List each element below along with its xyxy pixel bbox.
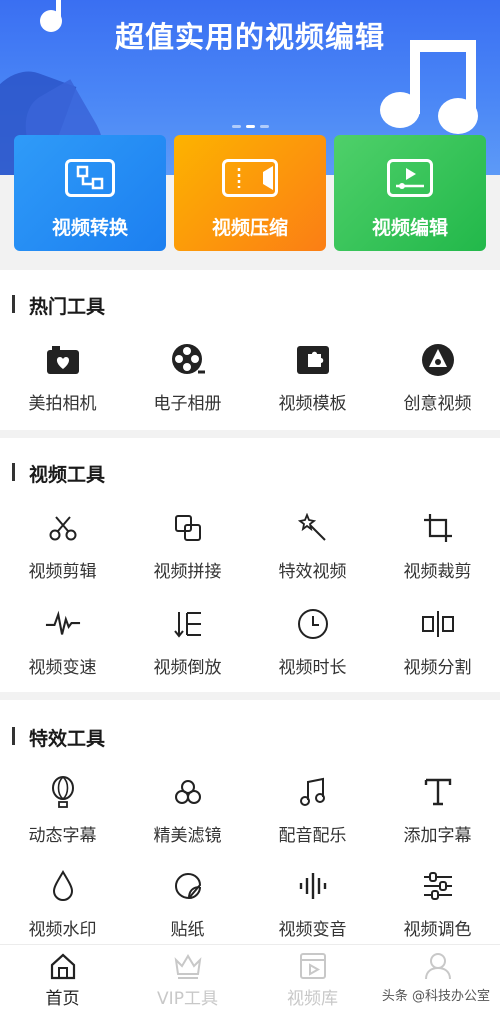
creative-icon (420, 342, 456, 378)
tool-video-reverse[interactable]: 视频倒放 (125, 606, 250, 678)
card-video-convert[interactable]: 视频转换 (14, 135, 166, 251)
tool-effect-video[interactable]: 特效视频 (250, 510, 375, 582)
tool-label: 视频模板 (278, 394, 347, 414)
music-note-decoration (410, 40, 476, 52)
tool-creative-video[interactable]: 创意视频 (375, 342, 500, 414)
crop-icon (420, 510, 456, 546)
video-library-icon (298, 951, 328, 981)
tool-label: 视频剪辑 (28, 562, 97, 582)
music-note-decoration (466, 44, 476, 114)
magic-wand-icon (295, 510, 331, 546)
tool-label: 视频调色 (403, 920, 472, 940)
tool-label: 创意视频 (403, 394, 472, 414)
tool-label: 精美滤镜 (153, 826, 222, 846)
tool-sticker[interactable]: 贴纸 (125, 868, 250, 940)
scissors-icon (45, 510, 81, 546)
edit-video-icon (387, 159, 433, 197)
tool-video-crop[interactable]: 视频裁剪 (375, 510, 500, 582)
tool-video-clip[interactable]: 视频剪辑 (0, 510, 125, 582)
convert-icon (65, 159, 115, 197)
reverse-icon (170, 606, 206, 642)
tool-label: 视频变速 (28, 658, 97, 678)
text-icon (420, 774, 456, 810)
nav-video-library[interactable]: 视频库 (250, 945, 375, 1013)
section-title: 热门工具 (12, 292, 105, 319)
drop-icon (45, 868, 81, 904)
card-label: 视频转换 (51, 217, 128, 239)
music-note-icon (295, 774, 331, 810)
tool-label: 视频分割 (403, 658, 472, 678)
feature-cards: 视频转换 视频压缩 视频编辑 (14, 135, 486, 251)
tool-label: 美拍相机 (28, 394, 97, 414)
tool-dubbing-music[interactable]: 配音配乐 (250, 774, 375, 846)
tool-voice-change[interactable]: 视频变音 (250, 868, 375, 940)
balloon-icon (45, 774, 81, 810)
effect-tools-section: 特效工具 动态字幕 精美滤镜 配音配乐 添加字幕 视频水印 贴纸 视频变音 视频… (0, 700, 500, 944)
tool-label: 动态字幕 (28, 826, 97, 846)
tool-label: 配音配乐 (278, 826, 347, 846)
crown-icon (173, 951, 203, 981)
clock-icon (295, 606, 331, 642)
nav-label: 首页 (45, 989, 80, 1009)
tool-label: 贴纸 (170, 920, 205, 940)
split-icon (420, 606, 456, 642)
tool-video-speed[interactable]: 视频变速 (0, 606, 125, 678)
tool-video-merge[interactable]: 视频拼接 (125, 510, 250, 582)
tool-label: 视频时长 (278, 658, 347, 678)
tool-video-duration[interactable]: 视频时长 (250, 606, 375, 678)
tool-label: 视频变音 (278, 920, 347, 940)
card-video-edit[interactable]: 视频编辑 (334, 135, 486, 251)
waveform-icon (45, 606, 81, 642)
tool-color-grading[interactable]: 视频调色 (375, 868, 500, 940)
tool-beauty-camera[interactable]: 美拍相机 (0, 342, 125, 414)
card-video-compress[interactable]: 视频压缩 (174, 135, 326, 251)
watermark: 头条 @科技办公室 (381, 989, 490, 1004)
section-title: 视频工具 (12, 460, 105, 487)
tool-label: 视频倒放 (153, 658, 222, 678)
tool-label: 添加字幕 (403, 826, 472, 846)
nav-home[interactable]: 首页 (0, 945, 125, 1013)
carousel-indicator[interactable] (232, 125, 269, 128)
card-label: 视频压缩 (211, 217, 288, 239)
tool-label: 视频水印 (28, 920, 97, 940)
filter-icon (170, 774, 206, 810)
tool-add-subtitle[interactable]: 添加字幕 (375, 774, 500, 846)
nav-label: VIP工具 (157, 989, 218, 1009)
section-title: 特效工具 (12, 724, 105, 751)
profile-icon (423, 951, 453, 981)
tool-label: 特效视频 (278, 562, 347, 582)
hot-tools-section: 热门工具 美拍相机 电子相册 视频模板 创意视频 (0, 270, 500, 430)
film-reel-icon (170, 342, 206, 378)
tool-label: 视频裁剪 (403, 562, 472, 582)
tool-e-album[interactable]: 电子相册 (125, 342, 250, 414)
home-icon (48, 951, 78, 981)
sliders-icon (420, 868, 456, 904)
nav-vip-tools[interactable]: VIP工具 (125, 945, 250, 1013)
tool-video-split[interactable]: 视频分割 (375, 606, 500, 678)
music-note-decoration (410, 44, 420, 114)
merge-icon (170, 510, 206, 546)
sticker-icon (170, 868, 206, 904)
tool-filter[interactable]: 精美滤镜 (125, 774, 250, 846)
voice-icon (295, 868, 331, 904)
nav-label: 视频库 (287, 989, 338, 1009)
video-tools-section: 视频工具 视频剪辑 视频拼接 特效视频 视频裁剪 视频变速 视频倒放 视频时长 … (0, 438, 500, 692)
card-label: 视频编辑 (371, 217, 448, 239)
tool-dynamic-subtitle[interactable]: 动态字幕 (0, 774, 125, 846)
tool-label: 电子相册 (153, 394, 222, 414)
camera-heart-icon (45, 342, 81, 378)
tool-label: 视频拼接 (153, 562, 222, 582)
tool-video-watermark[interactable]: 视频水印 (0, 868, 125, 940)
tool-video-template[interactable]: 视频模板 (250, 342, 375, 414)
compress-icon (222, 159, 278, 197)
puzzle-icon (295, 342, 331, 378)
